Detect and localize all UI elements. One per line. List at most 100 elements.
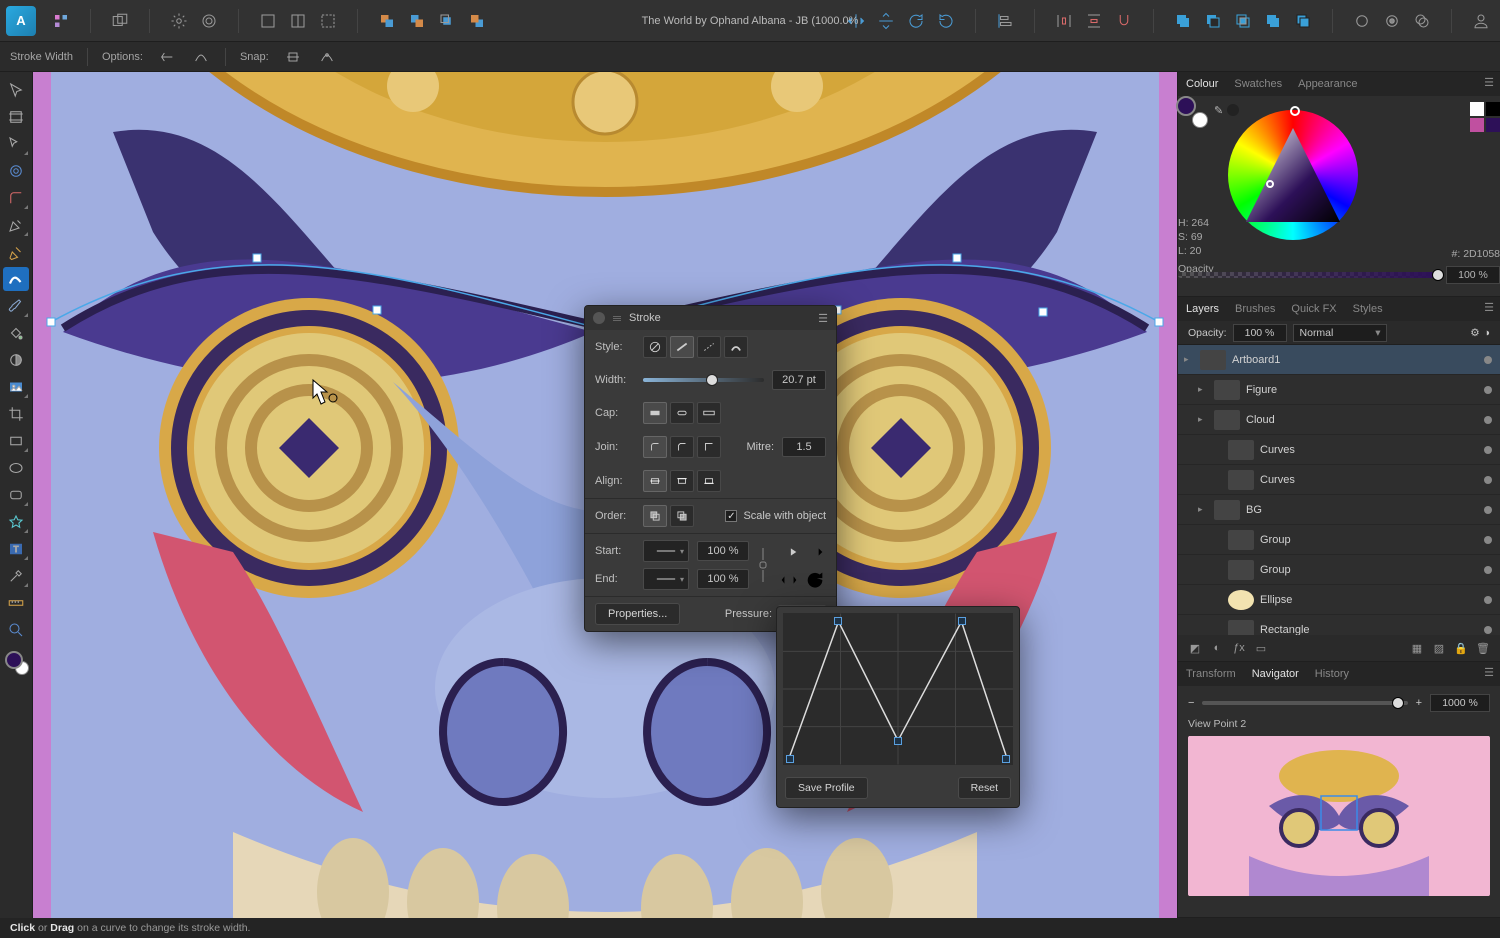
shape-tool[interactable] [3,510,29,534]
pen-tool[interactable] [3,213,29,237]
boolean-add-icon[interactable] [1170,8,1196,34]
cap-round[interactable] [670,402,694,424]
close-icon[interactable] [593,312,605,324]
properties-button[interactable]: Properties... [595,603,680,625]
colour-swatches[interactable] [3,649,29,675]
visibility-dot[interactable] [1484,626,1492,634]
boolean-divide-icon[interactable] [1290,8,1316,34]
gear-icon[interactable] [166,8,192,34]
visibility-dot[interactable] [1484,536,1492,544]
ellipse-tool[interactable] [3,456,29,480]
insert-inside-icon[interactable] [1379,8,1405,34]
lock-icon[interactable]: 🔒 [1452,639,1470,657]
text-tool[interactable]: T [3,537,29,561]
start-pct[interactable]: 100 % [697,541,749,561]
boolean-xor-icon[interactable] [1260,8,1286,34]
save-profile-button[interactable]: Save Profile [785,777,868,799]
viewpoint-label[interactable]: View Point 2 [1188,718,1490,730]
opacity-value[interactable]: 100 % [1446,266,1500,284]
disclose-icon[interactable]: ▸ [1198,414,1208,425]
fx-icon[interactable]: ƒx [1230,639,1248,657]
artboard-tool[interactable] [3,105,29,129]
drag-handle-icon[interactable] [613,316,621,321]
zoom-value[interactable]: 1000 % [1430,694,1490,712]
corner-tool[interactable] [3,186,29,210]
visibility-dot[interactable] [1484,476,1492,484]
join-round[interactable] [643,436,667,458]
snap-toggle-icon[interactable] [283,47,303,67]
visibility-dot[interactable] [1484,506,1492,514]
option-snap-all-icon[interactable] [157,47,177,67]
boolean-intersect-icon[interactable] [1230,8,1256,34]
layer-row[interactable]: ▸Artboard1 [1178,345,1500,375]
pressure-graph[interactable] [783,613,1013,765]
arrange-forward-icon[interactable] [404,8,430,34]
tab-swatches[interactable]: Swatches [1232,78,1284,90]
distribute-h-icon[interactable] [1051,8,1077,34]
eyedropper-icon[interactable]: ✎ [1214,104,1223,117]
layer-row[interactable]: ▸Cloud [1178,405,1500,435]
colour-wheel[interactable] [1228,110,1358,240]
insert-behind-icon[interactable] [1409,8,1435,34]
style-dash[interactable] [697,336,721,358]
panel-menu-icon[interactable]: ☰ [818,312,828,325]
swap-arrows-icon[interactable] [778,569,800,589]
zoom-minus-icon[interactable]: − [1188,697,1194,709]
layer-row[interactable]: ▸Figure [1178,375,1500,405]
blend-mode-select[interactable]: Normal [1293,324,1387,342]
cap-butt[interactable] [643,402,667,424]
view-split-icon[interactable] [285,8,311,34]
add-layer-icon[interactable]: ▦ [1408,639,1426,657]
disclose-icon[interactable]: ▸ [1184,354,1194,365]
node-tool[interactable] [3,132,29,156]
arrow-place-end-icon[interactable] [778,541,800,561]
layer-row[interactable]: ▸BG [1178,495,1500,525]
add-pixel-icon[interactable]: ▨ [1430,639,1448,657]
order-behind[interactable] [643,505,667,527]
tab-appearance[interactable]: Appearance [1296,78,1359,90]
arrange-front-icon[interactable] [374,8,400,34]
gear-icon[interactable]: ⚙ [1470,327,1479,339]
cap-square[interactable] [697,402,721,424]
reverse-icon[interactable] [804,569,826,589]
place-image-tool[interactable] [3,375,29,399]
flip-v-icon[interactable] [873,8,899,34]
visibility-dot[interactable] [1484,386,1492,394]
snapping-icon[interactable] [1111,8,1137,34]
tag-icon[interactable]: ▭ [1252,639,1270,657]
stroke-width-tool[interactable] [3,267,29,291]
tab-navigator[interactable]: Navigator [1250,668,1301,680]
align-outside[interactable] [697,470,721,492]
layer-row[interactable]: Group [1178,555,1500,585]
disclose-icon[interactable]: ▸ [1198,384,1208,395]
style-brush[interactable] [724,336,748,358]
zoom-slider[interactable] [1202,701,1407,705]
reset-button[interactable]: Reset [958,777,1011,799]
width-value[interactable]: 20.7 pt [772,370,826,390]
opacity-slider[interactable] [1178,272,1438,278]
layer-row[interactable]: Ellipse [1178,585,1500,615]
layer-row[interactable]: Rectangle [1178,615,1500,635]
pressure-popup[interactable]: Save Profile Reset [776,606,1020,808]
end-arrow-select[interactable] [643,568,689,590]
layer-row[interactable]: Group [1178,525,1500,555]
move-tool[interactable] [3,78,29,102]
option-snap-node-icon[interactable] [191,47,211,67]
persona-icon[interactable] [48,8,74,34]
snap-curve-icon[interactable] [317,47,337,67]
align-centre[interactable] [643,470,667,492]
visibility-dot[interactable] [1484,416,1492,424]
rounded-rectangle-tool[interactable] [3,483,29,507]
view-outline-icon[interactable] [315,8,341,34]
tab-styles[interactable]: Styles [1351,303,1385,315]
rotate-cw-icon[interactable] [903,8,929,34]
tab-quickfx[interactable]: Quick FX [1289,303,1338,315]
crop-tool[interactable] [3,402,29,426]
visibility-dot[interactable] [1484,596,1492,604]
disclose-icon[interactable]: ▸ [1198,504,1208,515]
distribute-v-icon[interactable] [1081,8,1107,34]
link-icon[interactable] [756,544,770,589]
zoom-plus-icon[interactable]: + [1416,697,1422,709]
view-mode-icon[interactable] [255,8,281,34]
account-icon[interactable] [1468,8,1494,34]
